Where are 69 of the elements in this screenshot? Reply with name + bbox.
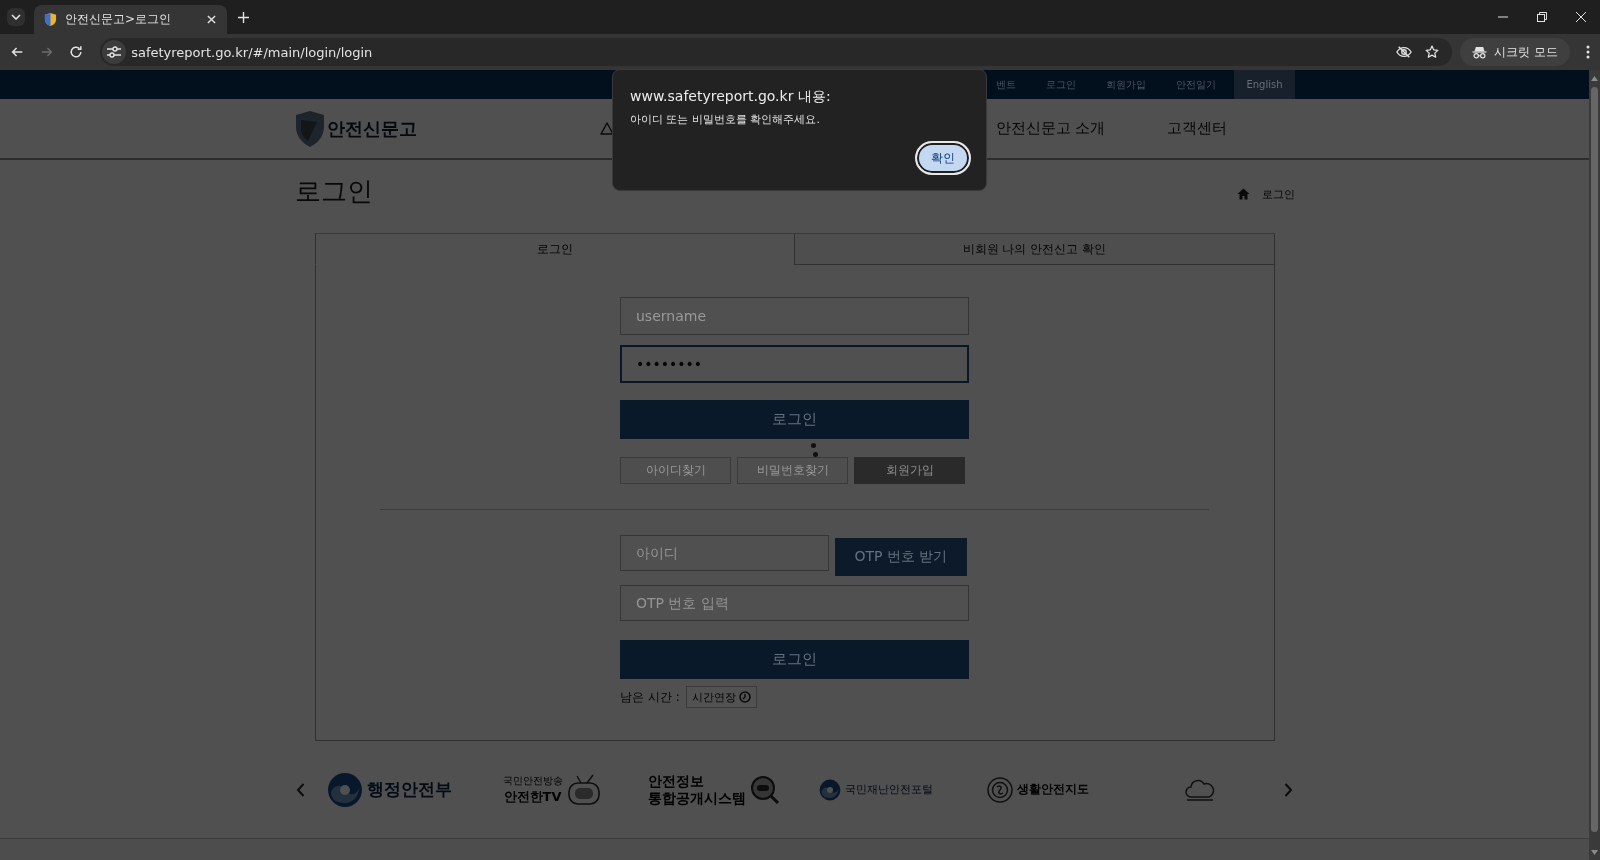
reload-icon bbox=[69, 45, 84, 59]
shield-logo-icon bbox=[294, 109, 325, 148]
otp-input-field[interactable]: OTP 번호 입력 bbox=[620, 585, 969, 621]
confirm-button[interactable]: 확인 bbox=[915, 141, 971, 175]
chevron-down-icon bbox=[11, 14, 21, 20]
incognito-icon bbox=[1472, 45, 1488, 59]
partner-banner-link[interactable]: 행정안전부 bbox=[327, 771, 452, 808]
partner-banner-link[interactable]: 생활안전지도 bbox=[986, 776, 1089, 803]
chevron-left-icon bbox=[296, 782, 305, 797]
close-icon bbox=[1575, 12, 1586, 22]
plus-icon bbox=[237, 11, 249, 23]
tab-list-button[interactable] bbox=[7, 8, 25, 26]
otp-login-button[interactable]: 로그인 bbox=[620, 640, 969, 679]
login-button[interactable]: 로그인 bbox=[620, 400, 969, 439]
language-button[interactable]: English bbox=[1234, 70, 1295, 99]
breadcrumb-current: 로그인 bbox=[1261, 186, 1295, 202]
login-tab[interactable]: 로그인 bbox=[314, 233, 794, 265]
taegeuk-emblem-icon bbox=[327, 771, 363, 808]
scrollbar-thumb[interactable] bbox=[1591, 87, 1598, 832]
back-arrow-icon bbox=[9, 45, 24, 59]
input-field[interactable]: •••••••• bbox=[620, 345, 969, 383]
input-field[interactable]: username bbox=[620, 297, 969, 335]
sliders-icon bbox=[107, 46, 122, 58]
more-vertical-icon bbox=[1586, 45, 1591, 59]
top-link[interactable]: 벤트 bbox=[992, 70, 1032, 99]
account-link-button[interactable]: 아이디찾기 bbox=[620, 457, 731, 484]
clock-icon bbox=[738, 691, 751, 703]
shield-icon bbox=[44, 12, 57, 27]
incognito-button[interactable]: 시크릿 모드 bbox=[1460, 38, 1571, 66]
address-bar[interactable]: safetyreport.go.kr/#/main/login/login bbox=[100, 38, 1453, 66]
scroll-up-icon[interactable] bbox=[1591, 76, 1598, 81]
top-link[interactable]: 로그인 bbox=[1031, 70, 1092, 99]
account-link-button[interactable]: 회원가입 bbox=[854, 457, 965, 484]
restore-icon bbox=[1536, 12, 1547, 22]
page-title: 로그인 bbox=[294, 176, 373, 206]
partner-banner-link[interactable]: 안전정보 통합공개시스템 bbox=[647, 773, 780, 806]
magnifier-icon bbox=[749, 774, 780, 805]
home-icon[interactable] bbox=[1236, 188, 1250, 200]
id-input-field[interactable]: 아이디 bbox=[620, 535, 829, 571]
remaining-time-label: 남은 시간 : bbox=[620, 688, 680, 706]
url-text: safetyreport.go.kr/#/main/login/login bbox=[131, 44, 374, 60]
warning-triangle-icon[interactable] bbox=[599, 122, 614, 135]
header-nav-link[interactable]: 고객센터 bbox=[1167, 119, 1228, 138]
partner-banner-link[interactable] bbox=[1182, 778, 1217, 801]
chevron-right-icon bbox=[1284, 782, 1293, 797]
site-logo[interactable]: 안전신문고 bbox=[294, 109, 425, 148]
partner-banner-link[interactable]: 국민재난안전포털 bbox=[818, 778, 933, 801]
header-nav-link[interactable]: 안전신문고 소개 bbox=[995, 119, 1106, 138]
top-link[interactable]: 회원가입 bbox=[1091, 70, 1162, 99]
eye-slash-icon bbox=[1396, 45, 1413, 59]
login-tab[interactable]: 비회원 나의 안전신고 확인 bbox=[794, 233, 1275, 265]
site-info-button[interactable] bbox=[102, 40, 127, 64]
taegeuk-emblem-icon bbox=[818, 778, 841, 801]
television-icon bbox=[566, 773, 601, 806]
forward-arrow-icon bbox=[39, 45, 54, 59]
cloud-emblem-icon bbox=[1182, 778, 1217, 801]
seal-emblem-icon bbox=[986, 776, 1013, 803]
dialog-title: www.safetyreport.go.kr 내용: bbox=[630, 88, 832, 105]
close-icon bbox=[206, 15, 216, 24]
browser-tab[interactable]: 안전신문고>로그인 bbox=[34, 5, 227, 34]
scroll-down-icon[interactable] bbox=[1591, 850, 1598, 855]
extend-time-button[interactable]: 시간연장 bbox=[685, 686, 757, 708]
otp-request-button[interactable]: OTP 번호 받기 bbox=[835, 538, 967, 576]
star-icon bbox=[1425, 45, 1440, 59]
account-link-button[interactable]: 비밀번호찾기 bbox=[737, 457, 848, 484]
top-link[interactable]: 안전일기 bbox=[1161, 70, 1232, 99]
dialog-message: 아이디 또는 비밀번호를 확인해주세요. bbox=[630, 113, 821, 127]
minimize-icon bbox=[1497, 16, 1508, 18]
partner-banner-link[interactable]: 국민안전방송 안전한TV bbox=[502, 773, 601, 806]
